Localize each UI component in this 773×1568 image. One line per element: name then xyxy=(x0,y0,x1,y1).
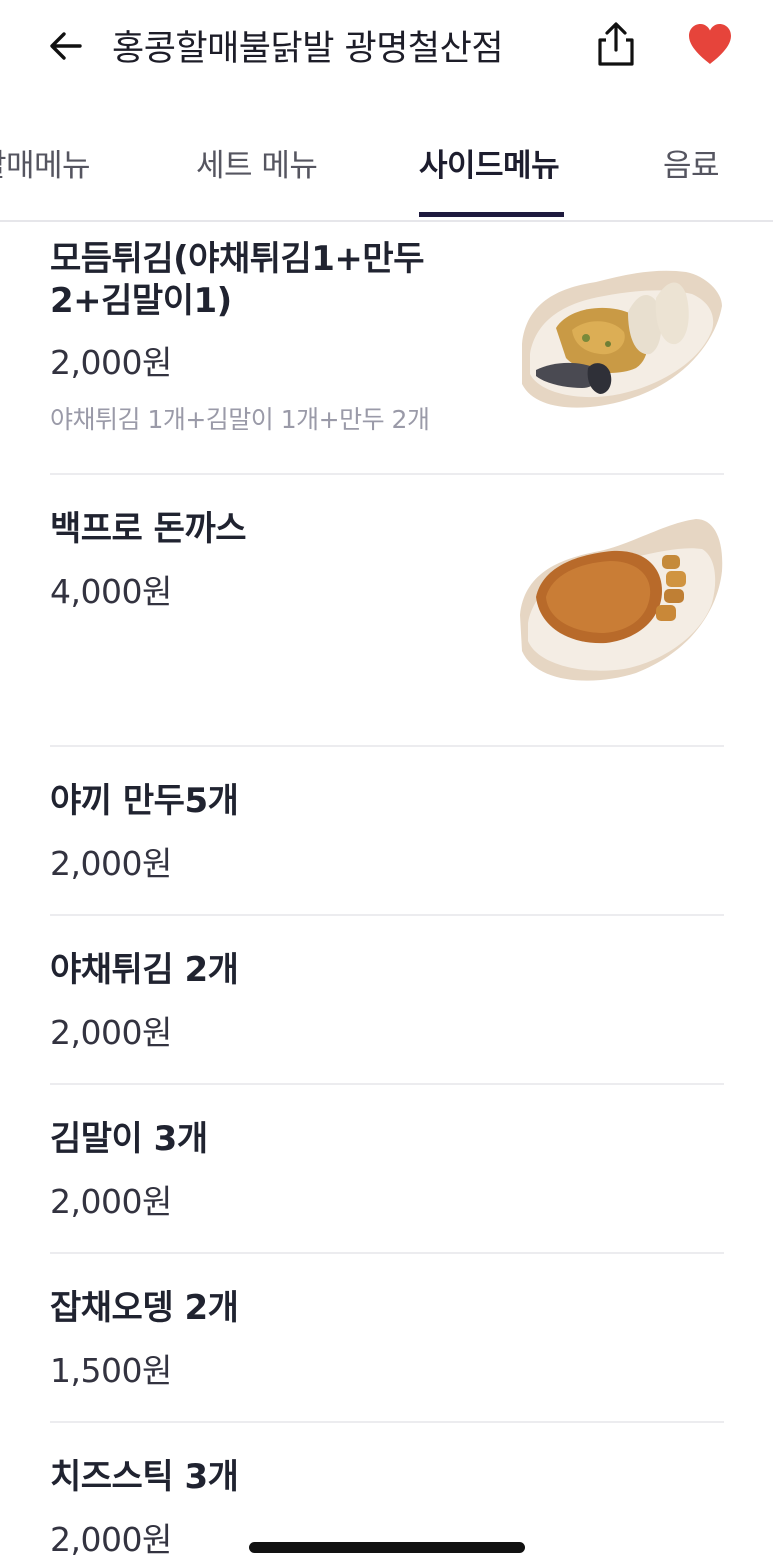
active-tab-indicator xyxy=(419,212,564,217)
tab-grandma-menu[interactable]: 할매메뉴 xyxy=(0,140,91,185)
item-name: 잡채오뎅 2개 xyxy=(50,1288,239,1328)
fried-assortment-photo xyxy=(522,270,722,408)
menu-item[interactable]: 백프로 돈까스 4,000원 xyxy=(50,475,724,747)
top-bar: 홍콩할매불닭발 광명철산점 xyxy=(0,0,773,92)
menu-item[interactable]: 모듬튀김(야채튀김1+만두 2+김말이1) 2,000원 야채튀김 1개+김말이… xyxy=(50,222,724,475)
item-price: 2,000원 xyxy=(50,1520,172,1559)
item-name-line: 모듬튀김(야채튀김1+만두 xyxy=(50,239,424,279)
item-price: 4,000원 xyxy=(50,572,172,611)
arrow-left-icon[interactable] xyxy=(44,24,88,68)
heart-icon[interactable] xyxy=(686,22,734,66)
menu-item[interactable]: 김말이 3개 2,000원 xyxy=(50,1085,724,1254)
tab-drinks[interactable]: 음료 xyxy=(663,140,720,185)
home-indicator[interactable] xyxy=(249,1542,525,1553)
item-description: 야채튀김 1개+김말이 1개+만두 2개 xyxy=(50,405,430,434)
item-price: 1,500원 xyxy=(50,1351,172,1390)
tab-side-menu[interactable]: 사이드메뉴 xyxy=(419,140,560,185)
item-price: 2,000원 xyxy=(50,844,172,883)
item-name: 치즈스틱 3개 xyxy=(50,1457,239,1497)
menu-item[interactable]: 야채튀김 2개 2,000원 xyxy=(50,916,724,1085)
share-icon[interactable] xyxy=(592,20,640,68)
item-name: 백프로 돈까스 xyxy=(50,509,247,549)
item-name: 김말이 3개 xyxy=(50,1119,208,1159)
item-name: 야채튀김 2개 xyxy=(50,950,239,990)
category-tabs: 할매메뉴 세트 메뉴 사이드메뉴 음료 xyxy=(0,128,773,222)
item-name-line: 2+김말이1) xyxy=(50,281,232,321)
menu-item[interactable]: 잡채오뎅 2개 1,500원 xyxy=(50,1254,724,1423)
item-price: 2,000원 xyxy=(50,343,172,382)
tab-set-menu[interactable]: 세트 메뉴 xyxy=(196,140,318,185)
pork-cutlet-photo xyxy=(520,519,723,681)
item-price: 2,000원 xyxy=(50,1013,172,1052)
item-price: 2,000원 xyxy=(50,1182,172,1221)
store-title: 홍콩할매불닭발 광명철산점 xyxy=(112,29,504,69)
item-name: 야끼 만두5개 xyxy=(50,781,239,821)
menu-item[interactable]: 야끼 만두5개 2,000원 xyxy=(50,747,724,916)
item-name: 모듬튀김(야채튀김1+만두 2+김말이1) xyxy=(50,238,424,322)
